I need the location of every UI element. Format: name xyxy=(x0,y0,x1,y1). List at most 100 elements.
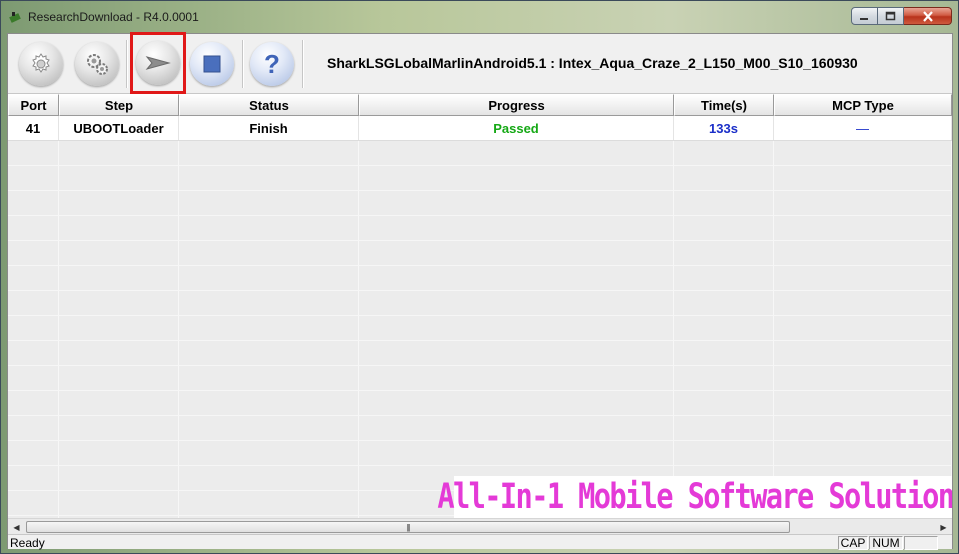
empty-row[interactable] xyxy=(8,341,952,366)
empty-cell xyxy=(774,341,952,365)
empty-cell xyxy=(179,291,359,315)
empty-cell xyxy=(359,241,674,265)
scroll-right-icon: ▶ xyxy=(940,522,947,532)
empty-cell xyxy=(8,366,59,390)
col-header-progress[interactable]: Progress xyxy=(359,94,674,116)
toolbar-separator xyxy=(126,40,128,88)
app-window: ResearchDownload - R4.0.0001 ? SharkLSGL… xyxy=(0,0,959,554)
empty-cell xyxy=(359,266,674,290)
empty-cell xyxy=(674,191,774,215)
empty-cell xyxy=(774,191,952,215)
port-grid[interactable]: Port Step Status Progress Time(s) MCP Ty… xyxy=(8,94,952,518)
empty-row[interactable] xyxy=(8,216,952,241)
empty-cell xyxy=(774,441,952,465)
scroll-lock-indicator xyxy=(904,536,938,550)
minimize-button[interactable] xyxy=(851,7,878,25)
empty-row[interactable] xyxy=(8,391,952,416)
empty-cell xyxy=(8,216,59,240)
empty-cell xyxy=(8,391,59,415)
empty-cell xyxy=(59,166,179,190)
empty-cell xyxy=(59,416,179,440)
empty-cell xyxy=(8,491,59,515)
empty-cell xyxy=(8,316,59,340)
empty-cell xyxy=(359,191,674,215)
empty-cell xyxy=(179,391,359,415)
empty-row[interactable] xyxy=(8,291,952,316)
empty-row[interactable] xyxy=(8,241,952,266)
empty-row[interactable] xyxy=(8,366,952,391)
empty-cell xyxy=(59,391,179,415)
toolbar: ? SharkLSGLobalMarlinAndroid5.1 : Intex_… xyxy=(8,32,952,94)
empty-cell xyxy=(774,141,952,165)
cell-status: Finish xyxy=(179,116,359,140)
empty-cell xyxy=(359,166,674,190)
watermark-text: All-In-1 Mobile Software Solutions xyxy=(437,477,952,517)
maximize-button[interactable] xyxy=(878,7,904,25)
empty-cell xyxy=(8,241,59,265)
table-row[interactable]: 41 UBOOTLoader Finish Passed 133s — xyxy=(8,116,952,141)
empty-cell xyxy=(179,166,359,190)
empty-cell xyxy=(8,416,59,440)
cell-time: 133s xyxy=(674,116,774,140)
empty-cell xyxy=(359,316,674,340)
settings-button[interactable] xyxy=(73,40,121,88)
empty-cell xyxy=(774,241,952,265)
empty-cell xyxy=(774,216,952,240)
scroll-left-button[interactable]: ◀ xyxy=(8,519,25,535)
empty-cell xyxy=(179,191,359,215)
empty-cell xyxy=(359,291,674,315)
col-header-time[interactable]: Time(s) xyxy=(674,94,774,116)
empty-cell xyxy=(674,291,774,315)
empty-cell xyxy=(179,341,359,365)
status-bar: Ready CAP NUM xyxy=(8,534,952,550)
col-header-mcp-type[interactable]: MCP Type xyxy=(774,94,952,116)
empty-cell xyxy=(8,291,59,315)
close-button[interactable] xyxy=(904,7,952,25)
col-header-status[interactable]: Status xyxy=(179,94,359,116)
empty-cell xyxy=(59,441,179,465)
empty-cell xyxy=(8,466,59,490)
empty-cell xyxy=(179,266,359,290)
start-download-button[interactable] xyxy=(130,32,186,94)
empty-cell xyxy=(359,416,674,440)
empty-cell xyxy=(774,416,952,440)
empty-cell xyxy=(179,141,359,165)
empty-cell xyxy=(179,241,359,265)
stop-download-button[interactable] xyxy=(188,40,236,88)
empty-cell xyxy=(59,316,179,340)
load-packet-button[interactable] xyxy=(17,40,65,88)
close-icon xyxy=(922,10,933,22)
col-header-port[interactable]: Port xyxy=(8,94,59,116)
cell-port: 41 xyxy=(8,116,59,140)
cell-step: UBOOTLoader xyxy=(59,116,179,140)
help-button[interactable]: ? xyxy=(248,40,296,88)
empty-cell xyxy=(674,391,774,415)
empty-row[interactable] xyxy=(8,191,952,216)
empty-cell xyxy=(674,241,774,265)
empty-cell xyxy=(359,441,674,465)
empty-row[interactable] xyxy=(8,416,952,441)
empty-cell xyxy=(179,316,359,340)
empty-cell xyxy=(59,216,179,240)
empty-cell xyxy=(8,166,59,190)
status-text: Ready xyxy=(10,536,45,550)
question-icon: ? xyxy=(264,49,280,79)
scroll-right-button[interactable]: ▶ xyxy=(935,519,952,535)
empty-row[interactable] xyxy=(8,316,952,341)
caps-indicator: CAP xyxy=(838,536,868,550)
empty-cell xyxy=(359,366,674,390)
empty-row[interactable] xyxy=(8,141,952,166)
empty-row[interactable] xyxy=(8,441,952,466)
empty-cell xyxy=(179,366,359,390)
cell-progress: Passed xyxy=(359,116,674,140)
empty-cell xyxy=(674,341,774,365)
horizontal-scrollbar[interactable]: ◀ ||| ▶ xyxy=(8,518,952,534)
empty-cell xyxy=(674,316,774,340)
title-bar[interactable]: ResearchDownload - R4.0.0001 xyxy=(1,1,958,33)
empty-row[interactable] xyxy=(8,166,952,191)
scroll-thumb[interactable]: ||| xyxy=(26,521,790,533)
empty-row[interactable] xyxy=(8,266,952,291)
col-header-step[interactable]: Step xyxy=(59,94,179,116)
empty-cell xyxy=(674,266,774,290)
empty-cell xyxy=(59,141,179,165)
